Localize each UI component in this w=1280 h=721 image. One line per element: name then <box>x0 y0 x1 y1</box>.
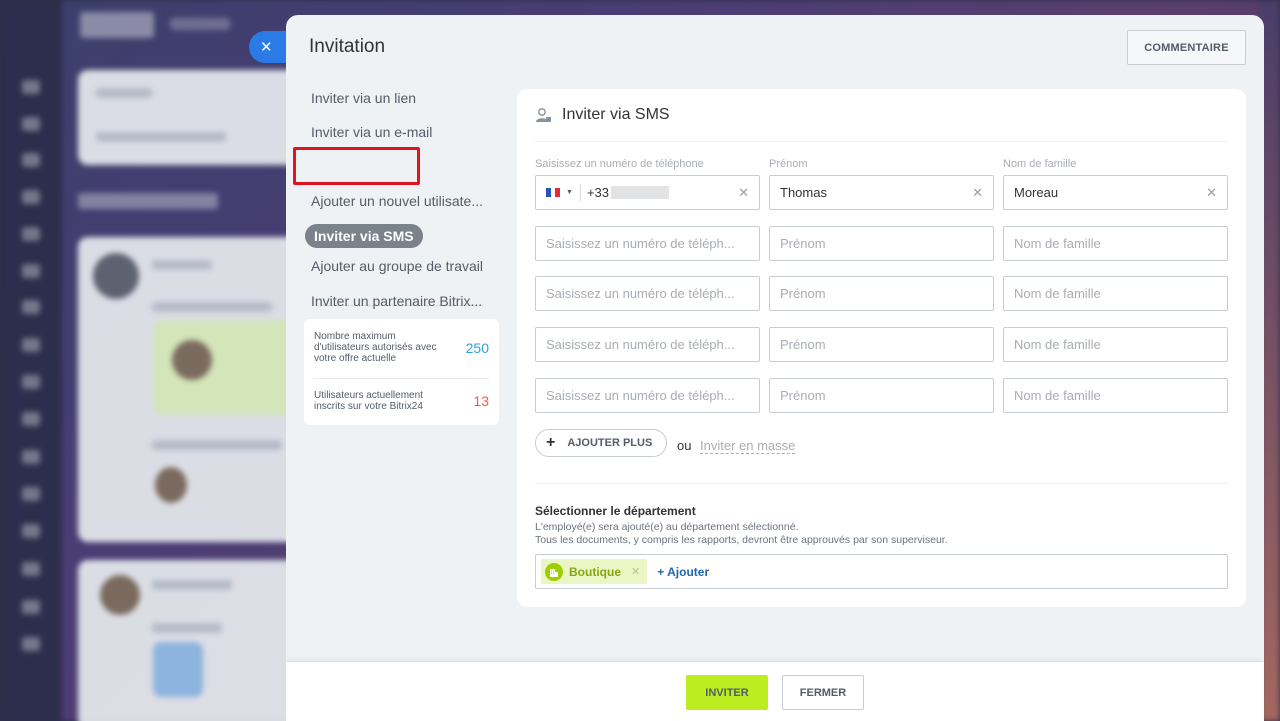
chevron-down-icon[interactable]: ▼ <box>566 189 573 196</box>
last-name-value: Moreau <box>1014 185 1059 200</box>
current-users-value: 13 <box>473 393 489 409</box>
plus-icon: + <box>546 434 556 451</box>
first-name-field[interactable]: Prénom <box>769 378 994 413</box>
current-users-label: Utilisateurs actuellement inscrits sur v… <box>314 390 423 412</box>
first-name-field[interactable]: Thomas ✕ <box>769 175 994 210</box>
france-flag-icon[interactable] <box>546 188 561 197</box>
current-users-row: Utilisateurs actuellement inscrits sur v… <box>314 390 489 412</box>
sms-invite-card: Inviter via SMS Saisissez un numéro de t… <box>517 89 1246 607</box>
add-department-link[interactable]: + Ajouter <box>657 565 709 579</box>
max-users-row: Nombre maximum d'utilisateurs autorisés … <box>314 331 489 364</box>
department-title: Sélectionner le département <box>535 504 696 518</box>
phone-column-label: Saisissez un numéro de téléphone <box>535 158 704 170</box>
phone-field[interactable]: ▼ +33 ✕ <box>535 175 760 210</box>
card-heading: Inviter via SMS <box>535 106 670 124</box>
user-icon <box>536 108 551 122</box>
last-name-field[interactable]: Moreau ✕ <box>1003 175 1228 210</box>
invite-button[interactable]: INVITER <box>686 675 768 710</box>
phone-field[interactable]: Saisissez un numéro de téléph... <box>535 226 760 261</box>
menu-item-invite-link[interactable]: Inviter via un lien <box>311 90 416 106</box>
or-text: ou <box>677 438 692 453</box>
department-selector[interactable]: Boutique ✕ + Ajouter <box>535 554 1228 589</box>
background-sidebar <box>0 0 62 721</box>
clear-icon[interactable]: ✕ <box>1206 185 1217 201</box>
redacted-phone-number <box>611 186 669 199</box>
close-button[interactable]: FERMER <box>782 675 864 710</box>
max-users-label: Nombre maximum d'utilisateurs autorisés … <box>314 331 437 364</box>
last-name-column-label: Nom de famille <box>1003 158 1077 170</box>
clear-icon[interactable]: ✕ <box>972 185 983 201</box>
card-title: Inviter via SMS <box>562 106 670 123</box>
comment-button[interactable]: COMMENTAIRE <box>1127 30 1246 65</box>
add-more-button[interactable]: + AJOUTER PLUS <box>535 429 668 457</box>
invitation-slider: Invitation COMMENTAIRE Inviter via un li… <box>286 15 1264 721</box>
section-divider <box>535 483 1228 484</box>
department-description: L'employé(e) sera ajouté(e) au départeme… <box>535 521 948 546</box>
last-name-field[interactable]: Nom de famille <box>1003 276 1228 311</box>
department-tag-label: Boutique <box>569 564 621 579</box>
last-name-field[interactable]: Nom de famille <box>1003 226 1228 261</box>
menu-item-add-workgroup[interactable]: Ajouter au groupe de travail <box>311 258 483 274</box>
first-name-field[interactable]: Prénom <box>769 327 994 362</box>
max-users-value: 250 <box>465 339 489 356</box>
menu-item-invite-email[interactable]: Inviter via un e-mail <box>311 124 432 140</box>
card-divider <box>535 141 1228 142</box>
menu-item-invite-sms[interactable]: Inviter via SMS <box>305 224 423 248</box>
first-name-column-label: Prénom <box>769 158 808 170</box>
add-more-label: AJOUTER PLUS <box>567 437 653 449</box>
close-icon: ✕ <box>260 39 273 56</box>
last-name-field[interactable]: Nom de famille <box>1003 327 1228 362</box>
footer-bar: INVITER FERMER <box>286 661 1264 721</box>
limits-divider <box>314 378 489 379</box>
menu-item-add-user[interactable]: Ajouter un nouvel utilisate... <box>311 193 483 209</box>
menu-item-invite-partner[interactable]: Inviter un partenaire Bitrix... <box>311 293 482 309</box>
phone-value: +33 <box>586 185 609 200</box>
first-name-field[interactable]: Prénom <box>769 226 994 261</box>
first-name-value: Thomas <box>780 185 827 200</box>
page-title: Invitation <box>309 36 386 57</box>
user-limits-panel: Nombre maximum d'utilisateurs autorisés … <box>304 319 499 425</box>
phone-field[interactable]: Saisissez un numéro de téléph... <box>535 276 760 311</box>
building-icon <box>545 562 563 581</box>
last-name-field[interactable]: Nom de famille <box>1003 378 1228 413</box>
clear-icon[interactable]: ✕ <box>738 185 749 201</box>
remove-tag-icon[interactable]: ✕ <box>631 565 640 578</box>
mass-invite-link[interactable]: Inviter en masse <box>700 438 796 454</box>
phone-field[interactable]: Saisissez un numéro de téléph... <box>535 378 760 413</box>
department-tag[interactable]: Boutique ✕ <box>541 559 648 584</box>
phone-field[interactable]: Saisissez un numéro de téléph... <box>535 327 760 362</box>
first-name-field[interactable]: Prénom <box>769 276 994 311</box>
